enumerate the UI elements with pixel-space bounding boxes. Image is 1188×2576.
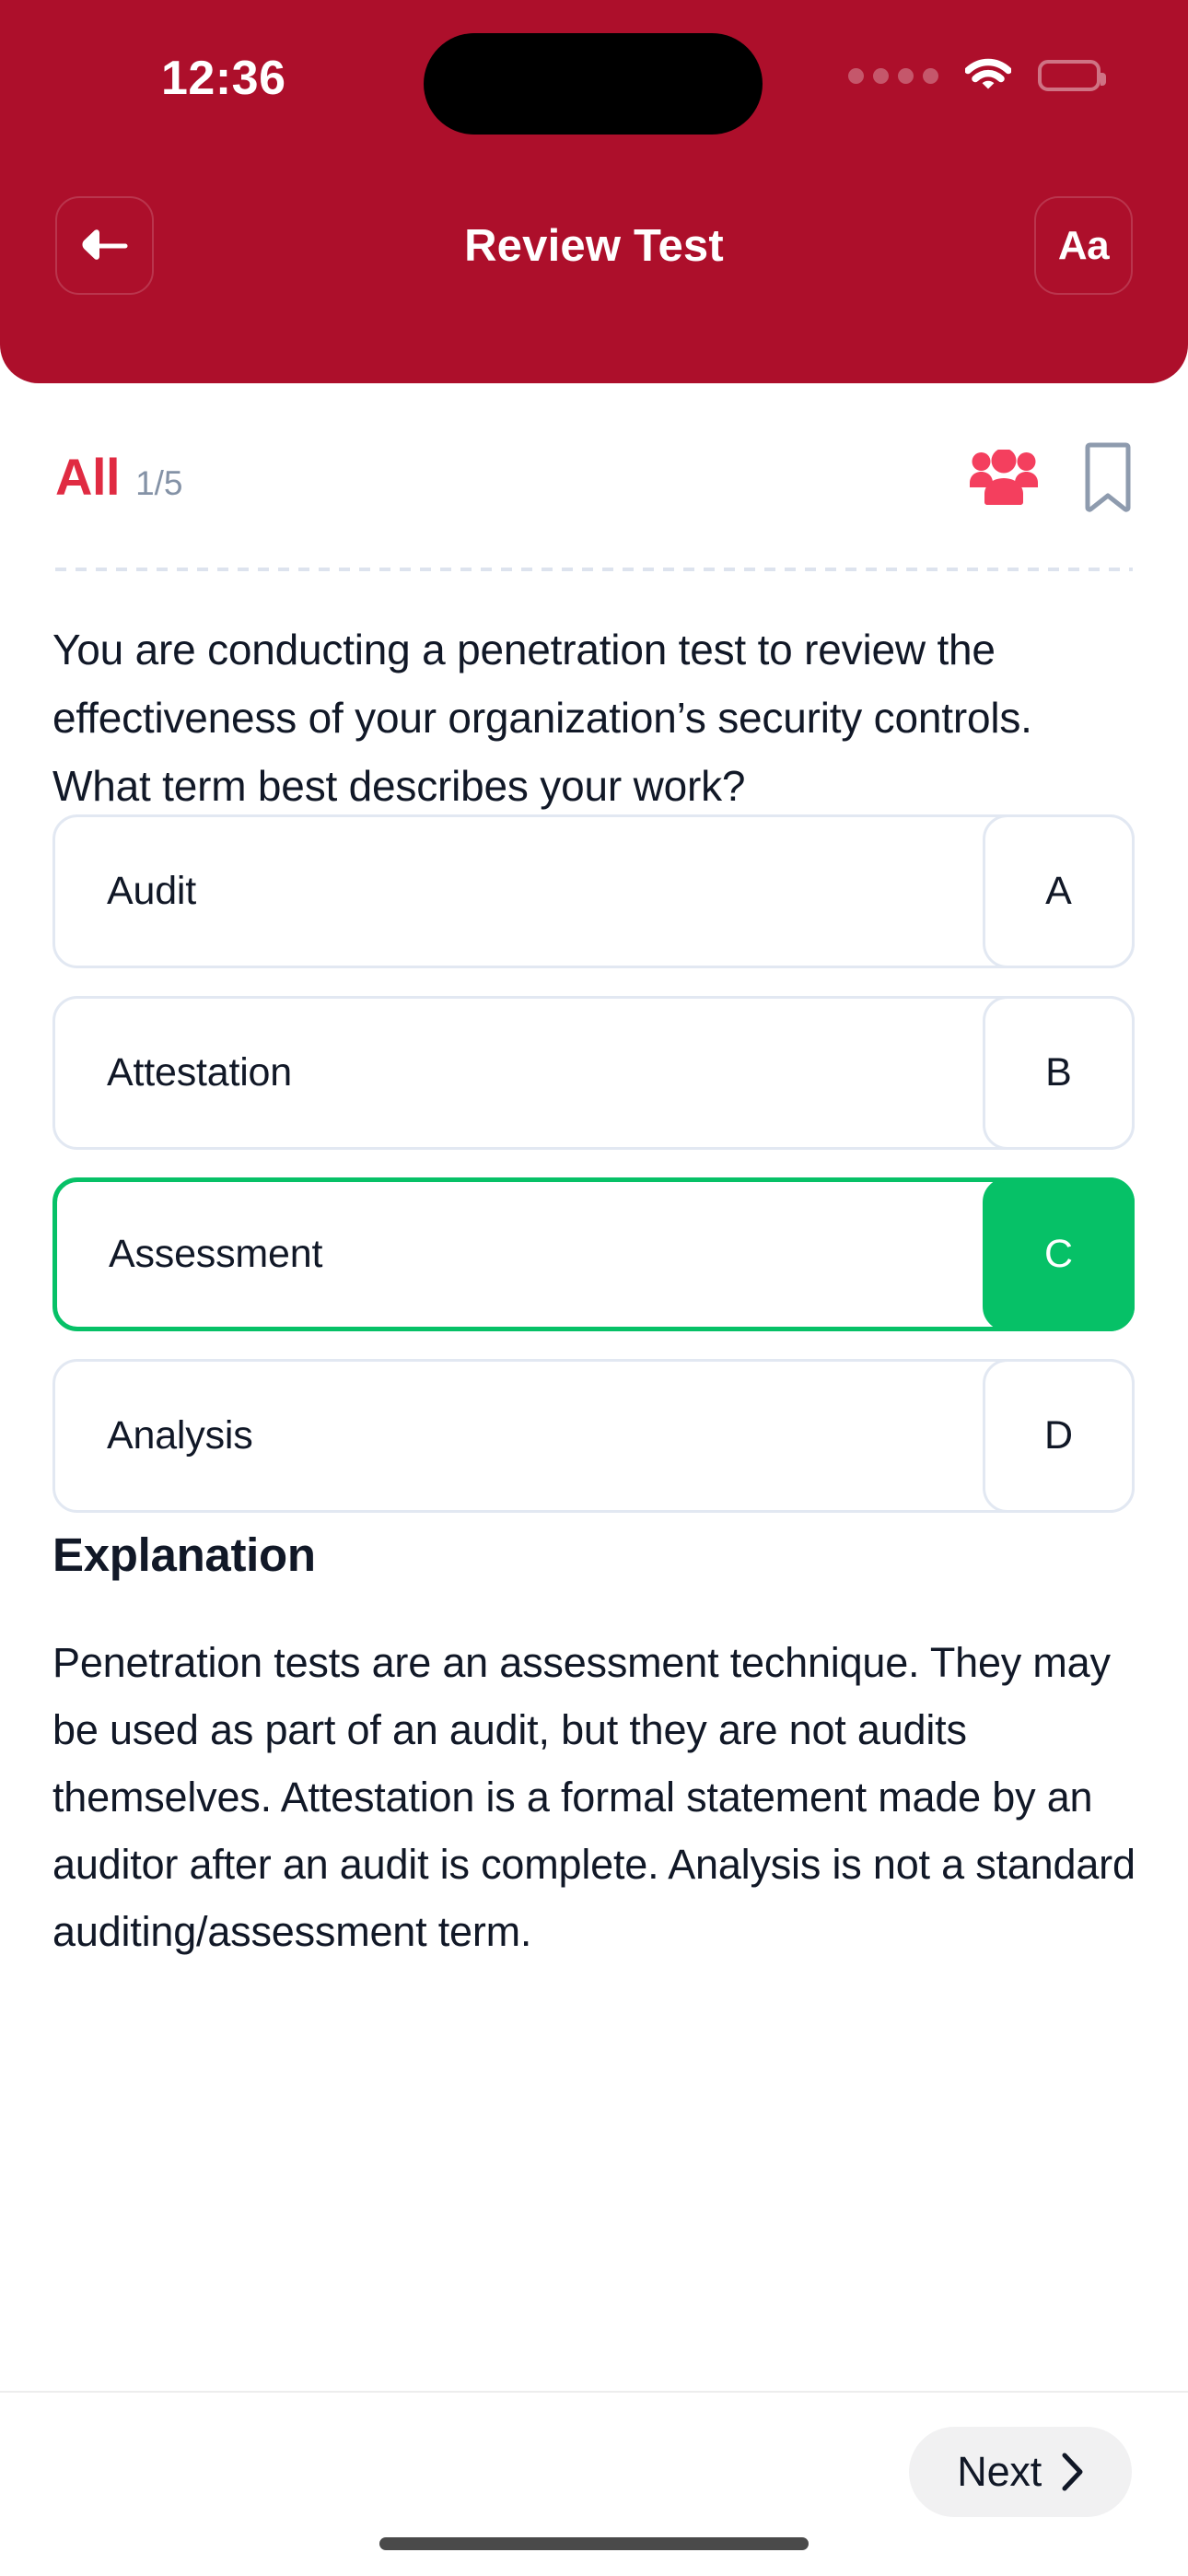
font-size-button[interactable]: Aa <box>1034 196 1133 295</box>
home-indicator <box>379 2537 809 2550</box>
option-letter-badge: A <box>983 814 1135 968</box>
navigation-bar: Review Test Aa <box>0 189 1188 327</box>
option-b[interactable]: Attestation B <box>52 996 1135 1150</box>
wifi-icon <box>965 58 1011 93</box>
filter-row: All 1/5 <box>55 433 1133 521</box>
filter-label: All <box>55 447 120 507</box>
option-c[interactable]: Assessment C <box>52 1177 1135 1331</box>
explanation-heading: Explanation <box>52 1528 316 1582</box>
dynamic-island <box>424 33 763 135</box>
app-header: 12:36 Review Test <box>0 0 1188 383</box>
bookmark-icon[interactable] <box>1083 441 1133 513</box>
explanation-text: Penetration tests are an assessment tech… <box>52 1629 1139 1965</box>
option-letter-badge: D <box>983 1359 1135 1513</box>
page-title: Review Test <box>0 189 1188 303</box>
group-people-icon[interactable] <box>969 450 1039 505</box>
filter-actions <box>969 441 1133 513</box>
main-content: All 1/5 You are conductin <box>0 383 1188 2373</box>
status-indicators <box>848 58 1101 93</box>
filter-group[interactable]: All 1/5 <box>55 447 183 507</box>
next-button[interactable]: Next <box>909 2427 1132 2517</box>
option-letter-badge: C <box>983 1177 1135 1331</box>
battery-full-icon <box>1038 60 1101 91</box>
option-a[interactable]: Audit A <box>52 814 1135 968</box>
question-text: You are conducting a penetration test to… <box>52 615 1139 820</box>
footer-bar: Next <box>0 2393 1188 2576</box>
signal-dots-icon <box>848 68 938 84</box>
question-counter: 1/5 <box>135 464 182 503</box>
option-label: Audit <box>55 869 196 914</box>
option-label: Analysis <box>55 1413 253 1458</box>
font-size-label: Aa <box>1058 226 1109 266</box>
next-label: Next <box>957 2448 1042 2496</box>
chevron-right-icon <box>1062 2453 1084 2491</box>
arrow-left-icon <box>79 227 131 265</box>
option-d[interactable]: Analysis D <box>52 1359 1135 1513</box>
option-label: Assessment <box>57 1232 322 1277</box>
option-label: Attestation <box>55 1050 292 1095</box>
status-time: 12:36 <box>161 51 286 106</box>
status-bar: 12:36 <box>0 0 1188 157</box>
back-button[interactable] <box>55 196 154 295</box>
options-list: Audit A Attestation B Assessment C Analy… <box>52 814 1135 1540</box>
section-divider <box>55 568 1133 571</box>
option-letter-badge: B <box>983 996 1135 1150</box>
